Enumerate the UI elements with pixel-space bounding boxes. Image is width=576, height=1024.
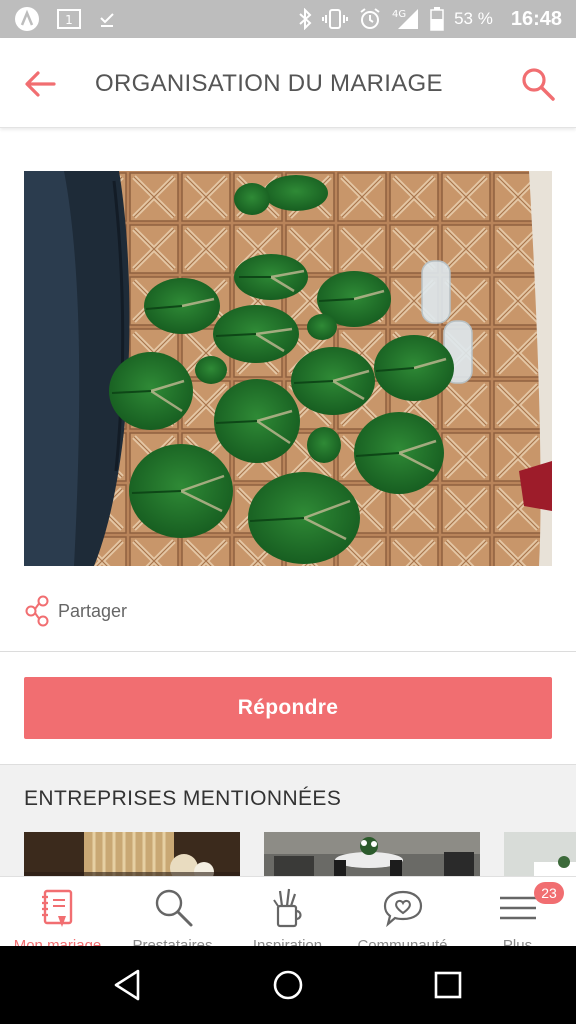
- section-title: ENTREPRISES MENTIONNÉES: [24, 787, 342, 810]
- svg-text:1: 1: [65, 13, 73, 27]
- download-done-icon: [100, 13, 114, 27]
- network-type: 4G: [392, 9, 406, 20]
- notebook-icon: [41, 889, 72, 927]
- sim-card-icon: 1: [57, 9, 81, 29]
- pencil-cup-icon: [272, 888, 302, 928]
- company-card[interactable]: [24, 832, 240, 878]
- clock: 16:48: [510, 7, 562, 30]
- company-card-image: [504, 832, 576, 878]
- bluetooth-icon: [299, 8, 312, 30]
- divider: [0, 651, 576, 652]
- reply-button[interactable]: Répondre: [24, 677, 552, 739]
- system-navigation-bar: [0, 946, 576, 1024]
- post-photo[interactable]: [24, 171, 552, 566]
- back-arrow-icon[interactable]: [22, 66, 58, 102]
- company-card[interactable]: [264, 832, 480, 878]
- share-button[interactable]: Partager: [24, 594, 127, 628]
- nav-inspiration[interactable]: Inspiration: [230, 877, 345, 954]
- company-card-image: [24, 832, 240, 878]
- nav-prestataires[interactable]: Prestataires: [115, 877, 230, 954]
- company-card-image: [264, 832, 480, 878]
- mentioned-companies-section: ENTREPRISES MENTIONNÉES: [0, 764, 576, 878]
- search-icon: [155, 889, 192, 927]
- notification-badge: 23: [534, 882, 564, 904]
- battery-icon: [430, 7, 444, 31]
- nav-plus[interactable]: 23 Plus: [460, 877, 575, 954]
- share-icon: [25, 595, 49, 627]
- share-label: Partager: [58, 600, 128, 621]
- app-bar: ORGANISATION DU MARIAGE: [0, 38, 576, 128]
- post-photo-drawing: [24, 171, 552, 566]
- chat-heart-icon: [383, 890, 422, 928]
- app-notification-icon: [15, 7, 39, 31]
- status-left-icons: 1: [14, 0, 116, 38]
- alarm-icon: [360, 8, 380, 29]
- search-icon[interactable]: [520, 66, 556, 102]
- back-triangle-icon[interactable]: [108, 965, 148, 1005]
- status-bar: 1 4G 53 % 16:48: [0, 0, 576, 38]
- vibrate-icon: [322, 9, 349, 29]
- signal-icon: 4G: [392, 9, 419, 29]
- status-right-icons: 4G 53 % 16:48: [298, 0, 562, 38]
- page-title: ORGANISATION DU MARIAGE: [95, 70, 443, 97]
- recents-square-icon[interactable]: [428, 965, 468, 1005]
- battery-percent: 53 %: [454, 9, 493, 28]
- menu-icon: [499, 896, 536, 920]
- company-card[interactable]: [504, 832, 576, 878]
- nav-mon-mariage[interactable]: Mon mariage: [0, 877, 115, 954]
- home-circle-icon[interactable]: [268, 965, 308, 1005]
- nav-communaute[interactable]: Communauté: [345, 877, 460, 954]
- bottom-navigation: Mon mariage Prestataires Inspiration Com…: [0, 876, 576, 954]
